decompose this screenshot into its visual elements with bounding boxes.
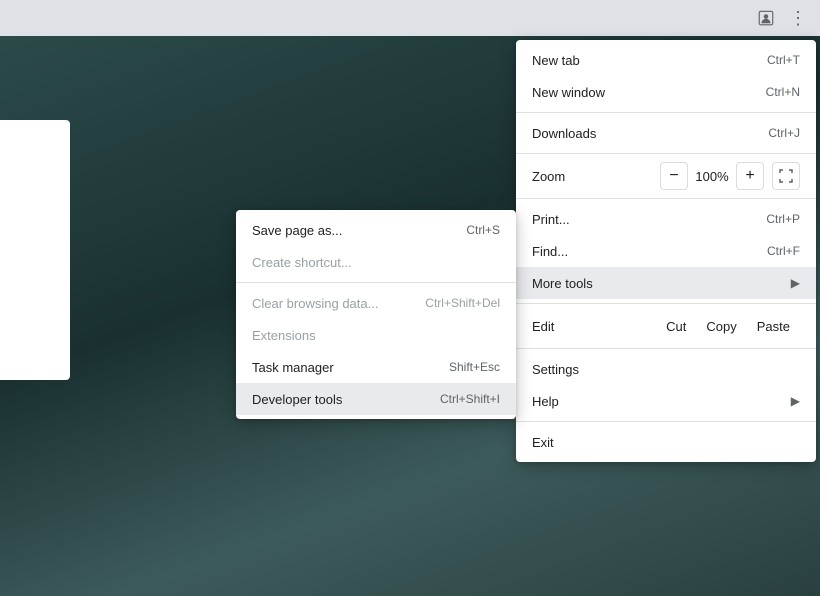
menu-item-new-window[interactable]: New window Ctrl+N bbox=[516, 76, 816, 108]
new-tab-label: New tab bbox=[532, 53, 580, 68]
submenu-divider-1 bbox=[236, 282, 516, 283]
menu-item-save-page[interactable]: Save page as... Ctrl+S bbox=[236, 214, 516, 246]
paste-button[interactable]: Paste bbox=[747, 315, 800, 338]
extensions-label: Extensions bbox=[252, 328, 316, 343]
menu-item-find[interactable]: Find... Ctrl+F bbox=[516, 235, 816, 267]
find-shortcut: Ctrl+F bbox=[767, 244, 800, 258]
menu-divider-1 bbox=[516, 112, 816, 113]
main-browser-menu: New tab Ctrl+T New window Ctrl+N Downloa… bbox=[516, 40, 816, 462]
zoom-increase-button[interactable]: + bbox=[736, 162, 764, 190]
print-label: Print... bbox=[532, 212, 570, 227]
menu-item-exit[interactable]: Exit bbox=[516, 426, 816, 458]
menu-divider-2 bbox=[516, 153, 816, 154]
menu-divider-6 bbox=[516, 421, 816, 422]
zoom-row: Zoom − 100% + bbox=[516, 158, 816, 194]
more-tools-label: More tools bbox=[532, 276, 593, 291]
zoom-decrease-button[interactable]: − bbox=[660, 162, 688, 190]
menu-item-clear-browsing: Clear browsing data... Ctrl+Shift+Del bbox=[236, 287, 516, 319]
menu-item-settings[interactable]: Settings bbox=[516, 353, 816, 385]
edit-actions: Cut Copy Paste bbox=[656, 315, 800, 338]
new-tab-shortcut: Ctrl+T bbox=[767, 53, 800, 67]
help-label: Help bbox=[532, 394, 559, 409]
zoom-fullscreen-button[interactable] bbox=[772, 162, 800, 190]
print-shortcut: Ctrl+P bbox=[766, 212, 800, 226]
clear-browsing-shortcut: Ctrl+Shift+Del bbox=[425, 296, 500, 310]
task-manager-label: Task manager bbox=[252, 360, 334, 375]
clear-browsing-label: Clear browsing data... bbox=[252, 296, 378, 311]
zoom-controls: − 100% + bbox=[660, 162, 800, 190]
browser-chrome: ⋮ bbox=[0, 0, 820, 36]
menu-item-more-tools[interactable]: More tools ▶ bbox=[516, 267, 816, 299]
menu-divider-3 bbox=[516, 198, 816, 199]
more-tools-arrow-icon: ▶ bbox=[791, 276, 800, 290]
edit-row: Edit Cut Copy Paste bbox=[516, 308, 816, 344]
menu-item-create-shortcut: Create shortcut... bbox=[236, 246, 516, 278]
more-button[interactable]: ⋮ bbox=[784, 4, 812, 32]
menu-item-task-manager[interactable]: Task manager Shift+Esc bbox=[236, 351, 516, 383]
new-window-label: New window bbox=[532, 85, 605, 100]
exit-label: Exit bbox=[532, 435, 554, 450]
edit-label: Edit bbox=[532, 319, 656, 334]
new-window-shortcut: Ctrl+N bbox=[766, 85, 800, 99]
downloads-label: Downloads bbox=[532, 126, 596, 141]
find-label: Find... bbox=[532, 244, 568, 259]
downloads-shortcut: Ctrl+J bbox=[768, 126, 800, 140]
menu-divider-5 bbox=[516, 348, 816, 349]
save-page-shortcut: Ctrl+S bbox=[466, 223, 500, 237]
menu-item-print[interactable]: Print... Ctrl+P bbox=[516, 203, 816, 235]
menu-item-developer-tools[interactable]: Developer tools Ctrl+Shift+I bbox=[236, 383, 516, 415]
cut-button[interactable]: Cut bbox=[656, 315, 696, 338]
menu-item-new-tab[interactable]: New tab Ctrl+T bbox=[516, 44, 816, 76]
task-manager-shortcut: Shift+Esc bbox=[449, 360, 500, 374]
create-shortcut-label: Create shortcut... bbox=[252, 255, 352, 270]
save-page-label: Save page as... bbox=[252, 223, 342, 238]
menu-item-extensions: Extensions bbox=[236, 319, 516, 351]
copy-button[interactable]: Copy bbox=[696, 315, 746, 338]
help-arrow-icon: ▶ bbox=[791, 394, 800, 408]
zoom-label: Zoom bbox=[532, 169, 660, 184]
developer-tools-label: Developer tools bbox=[252, 392, 342, 407]
menu-item-help[interactable]: Help ▶ bbox=[516, 385, 816, 417]
more-tools-submenu: Save page as... Ctrl+S Create shortcut..… bbox=[236, 210, 516, 419]
zoom-value: 100% bbox=[692, 169, 732, 184]
menu-divider-4 bbox=[516, 303, 816, 304]
menu-item-downloads[interactable]: Downloads Ctrl+J bbox=[516, 117, 816, 149]
left-panel bbox=[0, 120, 70, 380]
avatar-button[interactable] bbox=[752, 4, 780, 32]
developer-tools-shortcut: Ctrl+Shift+I bbox=[440, 392, 500, 406]
settings-label: Settings bbox=[532, 362, 579, 377]
